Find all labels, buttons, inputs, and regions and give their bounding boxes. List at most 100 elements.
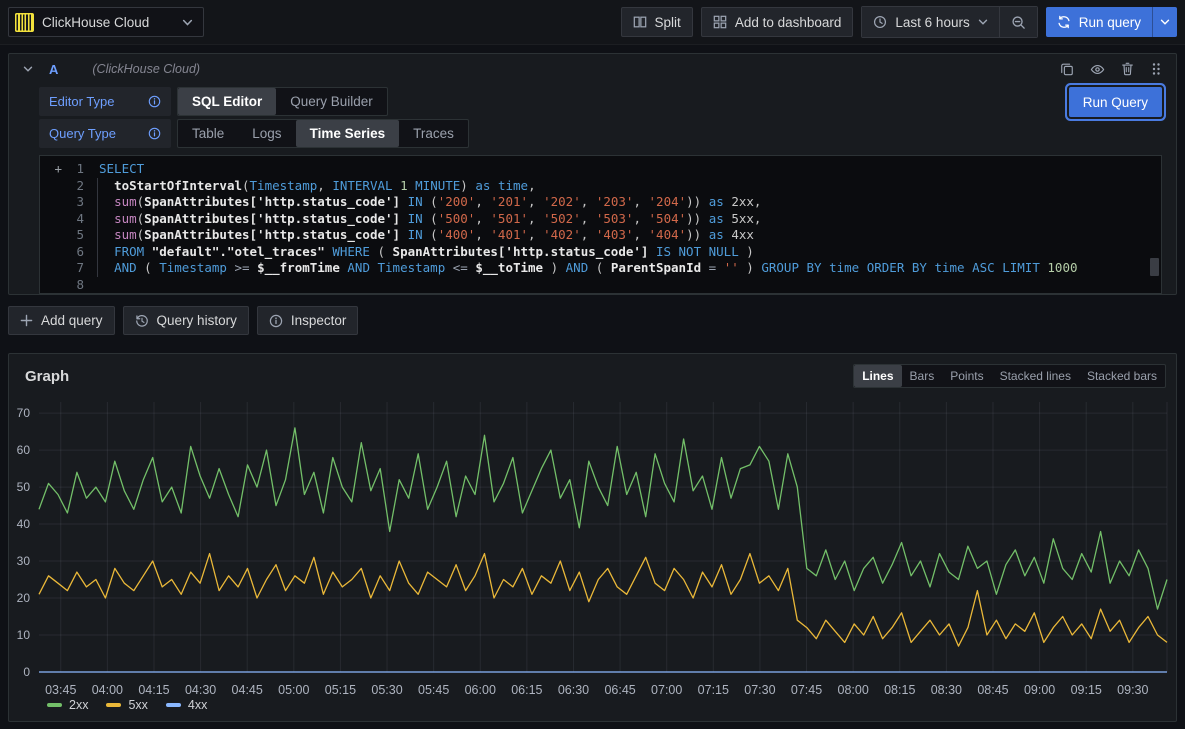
line-number: 2	[62, 178, 84, 195]
time-range-button[interactable]: Last 6 hours	[862, 7, 998, 37]
option-query-builder[interactable]: Query Builder	[276, 88, 387, 115]
split-icon	[633, 15, 647, 29]
split-button[interactable]: Split	[621, 7, 693, 37]
query-type-label: Query Type	[39, 119, 171, 148]
option-logs[interactable]: Logs	[238, 120, 295, 147]
chevron-down-icon	[978, 17, 988, 27]
add-line-icon	[40, 211, 62, 228]
chevron-down-icon	[182, 17, 193, 28]
code-line-3[interactable]: 3 sum(SpanAttributes['http.status_code']…	[40, 194, 1161, 211]
code-text: FROM "default"."otel_traces" WHERE ( Spa…	[97, 244, 754, 261]
info-circle-icon	[269, 314, 283, 328]
code-text: sum(SpanAttributes['http.status_code'] I…	[97, 227, 754, 244]
legend-swatch	[47, 703, 62, 707]
query-history-label: Query history	[157, 313, 237, 328]
code-text: SELECT	[97, 161, 144, 178]
explore-actions: Add query Query history Inspector	[8, 306, 1177, 335]
code-text: toStartOfInterval(Timestamp, INTERVAL 1 …	[97, 178, 536, 195]
svg-text:07:30: 07:30	[744, 683, 775, 697]
line-number: 3	[62, 194, 84, 211]
time-series-chart[interactable]: 01020304050607003:4504:0004:1504:3004:45…	[9, 396, 1176, 702]
svg-text:04:00: 04:00	[92, 683, 123, 697]
run-query-label: Run query	[1079, 15, 1141, 30]
code-line-8[interactable]: 8	[40, 277, 1161, 294]
svg-text:60: 60	[17, 443, 31, 457]
code-line-2[interactable]: 2 toStartOfInterval(Timestamp, INTERVAL …	[40, 178, 1161, 195]
query-datasource-hint: (ClickHouse Cloud)	[92, 62, 200, 76]
add-line-icon[interactable]: +	[40, 161, 62, 178]
legend-swatch	[106, 703, 121, 707]
legend-item-2xx[interactable]: 2xx	[47, 698, 88, 712]
zoom-out-button[interactable]	[999, 7, 1037, 37]
svg-text:06:45: 06:45	[604, 683, 635, 697]
legend-label: 2xx	[69, 698, 88, 712]
code-line-6[interactable]: 6 FROM "default"."otel_traces" WHERE ( S…	[40, 244, 1161, 261]
svg-text:05:30: 05:30	[371, 683, 402, 697]
option-points[interactable]: Points	[942, 365, 991, 387]
svg-text:70: 70	[17, 406, 31, 420]
svg-text:05:15: 05:15	[325, 683, 356, 697]
drag-handle-icon[interactable]	[1150, 62, 1162, 77]
duplicate-query-icon[interactable]	[1060, 62, 1074, 77]
editor-type-row: Editor Type SQL EditorQuery Builder	[39, 87, 1162, 116]
collapse-query-icon[interactable]	[23, 64, 33, 74]
inspector-button[interactable]: Inspector	[257, 306, 359, 335]
datasource-picker[interactable]: ClickHouse Cloud	[8, 7, 204, 37]
run-query-button[interactable]: Run query	[1046, 7, 1152, 37]
code-line-5[interactable]: 5 sum(SpanAttributes['http.status_code']…	[40, 227, 1161, 244]
toolbar-actions: Split Add to dashboard Last 6 hours Run …	[621, 6, 1177, 38]
code-line-7[interactable]: 7 AND ( Timestamp >= $__fromTime AND Tim…	[40, 260, 1161, 277]
svg-text:09:00: 09:00	[1024, 683, 1055, 697]
add-line-icon	[40, 178, 62, 195]
svg-text:09:15: 09:15	[1071, 683, 1102, 697]
svg-text:04:30: 04:30	[185, 683, 216, 697]
option-lines[interactable]: Lines	[854, 365, 901, 387]
svg-text:07:15: 07:15	[698, 683, 729, 697]
editor-type-group: SQL EditorQuery Builder	[177, 87, 388, 116]
editor-run-query-button[interactable]: Run Query	[1069, 87, 1162, 117]
run-query-dropdown-button[interactable]	[1152, 7, 1177, 37]
svg-text:40: 40	[17, 517, 31, 531]
option-stacked-bars[interactable]: Stacked bars	[1079, 365, 1165, 387]
line-number: 1	[62, 161, 84, 178]
legend-item-5xx[interactable]: 5xx	[106, 698, 147, 712]
option-stacked-lines[interactable]: Stacked lines	[992, 365, 1079, 387]
option-bars[interactable]: Bars	[902, 365, 943, 387]
option-table[interactable]: Table	[178, 120, 238, 147]
add-to-dashboard-button[interactable]: Add to dashboard	[701, 7, 854, 37]
query-ref-id[interactable]: A	[49, 62, 58, 77]
option-sql-editor[interactable]: SQL Editor	[178, 88, 276, 115]
legend-label: 5xx	[128, 698, 147, 712]
query-editor-panel: A (ClickHouse Cloud) Run Query Editor Ty…	[8, 53, 1177, 295]
eye-icon[interactable]	[1090, 62, 1105, 77]
line-number: 5	[62, 227, 84, 244]
svg-text:05:45: 05:45	[418, 683, 449, 697]
code-text: sum(SpanAttributes['http.status_code'] I…	[97, 194, 761, 211]
delete-query-icon[interactable]	[1121, 62, 1134, 77]
svg-text:04:15: 04:15	[138, 683, 169, 697]
add-line-icon	[40, 244, 62, 261]
time-range-label: Last 6 hours	[895, 15, 969, 30]
editor-scrollbar-thumb[interactable]	[1150, 258, 1159, 276]
code-text: sum(SpanAttributes['http.status_code'] I…	[97, 211, 761, 228]
add-query-button[interactable]: Add query	[8, 306, 115, 335]
code-line-1[interactable]: +1 SELECT	[40, 161, 1161, 178]
svg-text:08:00: 08:00	[838, 683, 869, 697]
add-query-label: Add query	[41, 313, 103, 328]
time-picker-group: Last 6 hours	[861, 6, 1037, 38]
code-line-4[interactable]: 4 sum(SpanAttributes['http.status_code']…	[40, 211, 1161, 228]
query-row-header: A (ClickHouse Cloud)	[9, 54, 1176, 84]
graph-title: Graph	[25, 368, 69, 385]
legend-item-4xx[interactable]: 4xx	[166, 698, 207, 712]
info-circle-icon	[148, 95, 161, 108]
query-history-button[interactable]: Query history	[123, 306, 249, 335]
option-traces[interactable]: Traces	[399, 120, 468, 147]
add-line-icon	[40, 227, 62, 244]
clickhouse-logo-icon	[15, 13, 34, 32]
svg-text:08:45: 08:45	[977, 683, 1008, 697]
graph-style-toggle: LinesBarsPointsStacked linesStacked bars	[853, 364, 1166, 388]
sql-editor[interactable]: +1SELECT2 toStartOfInterval(Timestamp, I…	[39, 155, 1162, 294]
graph-panel: Graph LinesBarsPointsStacked linesStacke…	[8, 353, 1177, 722]
option-time-series[interactable]: Time Series	[296, 120, 400, 147]
svg-text:04:45: 04:45	[232, 683, 263, 697]
